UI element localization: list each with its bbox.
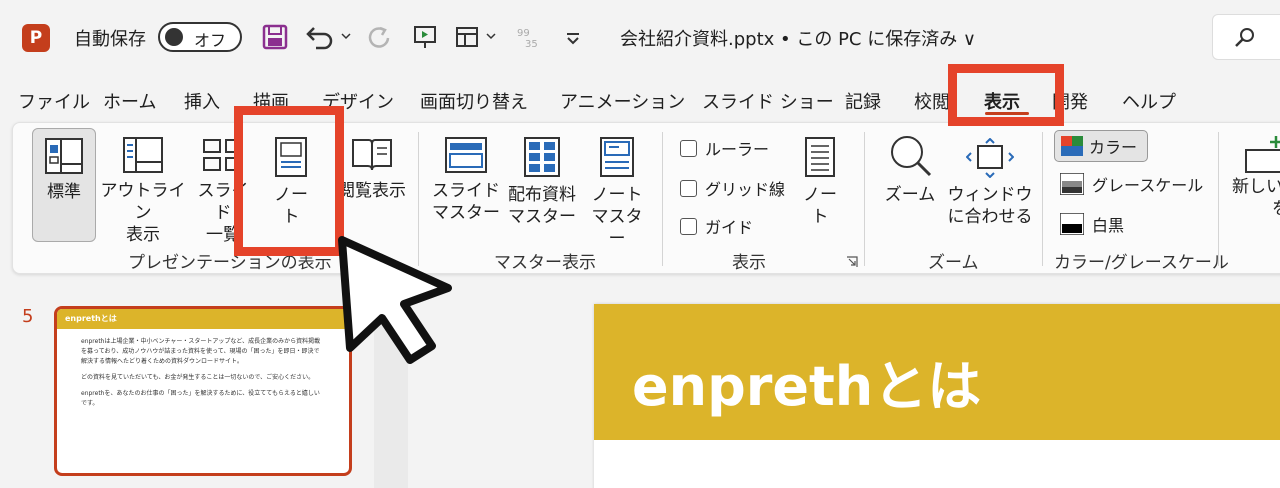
group-separator: [662, 132, 663, 266]
grayscale-label: グレースケール: [1092, 176, 1204, 195]
notes-pane-label: ノー ト: [803, 185, 837, 227]
search-icon: [1235, 28, 1254, 47]
thumb-paragraph: enprethを、あなたのお仕事の「困った」を解決するために、役立ててもらえると…: [81, 390, 320, 407]
thumb-paragraph: enprethは上場企業・中小ベンチャー・スタートアップなど、成長企業のみから資…: [81, 338, 321, 365]
grayscale-swatch-icon: [1060, 173, 1084, 195]
svg-text:35: 35: [525, 39, 538, 50]
redo-icon[interactable]: [364, 20, 394, 54]
handout-master-label: 配布資料 マスター: [508, 185, 576, 227]
tab-review[interactable]: 校閲: [914, 88, 950, 114]
slide-thumbnail[interactable]: enprethとは enprethは上場企業・中小ベンチャー・スタートアップなど…: [54, 306, 352, 476]
ruler-checkbox[interactable]: ルーラー: [680, 136, 769, 160]
reading-view-icon: [352, 139, 392, 171]
reading-view-button[interactable]: 閲覧表示: [336, 136, 408, 202]
group-separator: [864, 132, 865, 266]
guides-label: ガイド: [705, 218, 754, 237]
mouse-pointer-icon: [338, 236, 452, 364]
gridlines-label: グリッド線: [705, 180, 786, 199]
new-window-icon: [1245, 136, 1280, 173]
tab-insert[interactable]: 挿入: [184, 88, 220, 114]
thumb-paragraph: どの資料を見ていただいても、お金が発生することは一切ないので、ご安心ください。: [81, 374, 315, 381]
present-from-start-icon[interactable]: [410, 20, 440, 54]
magnifier-icon: [891, 136, 932, 177]
show-group-label: 表示: [732, 253, 766, 273]
color-option[interactable]: カラー: [1054, 130, 1148, 162]
svg-text:99: 99: [517, 28, 530, 39]
slide-master-icon: [445, 137, 487, 173]
normal-view-button[interactable]: 標準: [32, 128, 96, 242]
checkbox-box: [680, 139, 697, 157]
group-separator: [1218, 132, 1219, 266]
highlight-box-view-tab: [948, 64, 1064, 126]
black-white-option[interactable]: 白黒: [1060, 212, 1124, 236]
autosave-toggle[interactable]: オフ: [158, 22, 242, 52]
fit-to-window-icon: [966, 138, 1014, 178]
tab-record[interactable]: 記録: [845, 88, 881, 114]
reading-view-label: 閲覧表示: [338, 181, 406, 201]
tab-transitions[interactable]: 画面切り替え: [420, 88, 528, 114]
tab-slideshow[interactable]: スライド ショー: [702, 88, 834, 114]
save-icon[interactable]: [258, 20, 292, 54]
notes-master-label: ノート マスター: [591, 185, 643, 249]
title-bar: P 自動保存 オフ 99 35 会社紹介資料.pptx • この PC に保存済み…: [0, 0, 1280, 76]
outline-view-button[interactable]: アウトライン 表示: [100, 136, 186, 246]
notes-pane-button[interactable]: ノー ト: [796, 136, 844, 228]
color-swatch-icon: [1061, 136, 1083, 156]
tab-help[interactable]: ヘルプ: [1122, 88, 1176, 114]
checkbox-box: [680, 217, 697, 235]
checkbox-box: [680, 179, 697, 197]
fit-to-window-label: ウィンドウ に合わせる: [947, 185, 1033, 227]
gridlines-checkbox[interactable]: グリッド線: [680, 176, 785, 200]
normal-view-label: 標準: [47, 182, 81, 202]
zoom-group-label: ズーム: [928, 253, 979, 273]
handout-master-icon: [524, 137, 560, 177]
notes-master-button[interactable]: ノート マスター: [584, 136, 650, 250]
toggle-knob: [165, 28, 183, 46]
outline-view-icon: [123, 137, 163, 173]
autosave-label: 自動保存: [74, 29, 146, 50]
outline-view-label: アウトライン 表示: [100, 181, 186, 245]
thumb-body: enprethは上場企業・中小ベンチャー・スタートアップなど、成長企業のみから資…: [57, 329, 349, 423]
new-window-label-line2: を: [1232, 198, 1280, 220]
search-box[interactable]: [1212, 14, 1280, 60]
guides-checkbox[interactable]: ガイド: [680, 214, 753, 238]
document-title[interactable]: 会社紹介資料.pptx • この PC に保存済み ∨: [620, 25, 976, 51]
powerpoint-logo-icon: P: [22, 24, 50, 52]
table-insert-icon[interactable]: [452, 20, 502, 54]
autosave-state: オフ: [194, 31, 227, 50]
thumb-title: enprethとは: [57, 309, 349, 329]
handout-master-button[interactable]: 配布資料 マスター: [504, 136, 580, 228]
highlight-box-notes: [234, 106, 344, 256]
notes-master-icon: [600, 137, 634, 177]
black-white-swatch-icon: [1060, 213, 1084, 235]
customize-icon[interactable]: [560, 20, 586, 54]
zoom-label: ズーム: [884, 185, 936, 205]
color-label: カラー: [1089, 138, 1138, 157]
slide-number: 5: [22, 306, 34, 327]
undo-icon[interactable]: [302, 20, 356, 54]
dialog-launcher-icon[interactable]: [846, 256, 858, 268]
notes-pane-icon: [805, 137, 835, 177]
new-window-button[interactable]: 新しい を: [1232, 134, 1280, 220]
tab-file[interactable]: ファイル: [18, 88, 90, 114]
group-separator: [1042, 132, 1043, 266]
fit-to-window-button[interactable]: ウィンドウ に合わせる: [944, 138, 1036, 228]
slide-master-button[interactable]: スライド マスター: [430, 136, 502, 224]
new-window-label-line1: 新しい: [1232, 177, 1280, 197]
tab-animations[interactable]: アニメーション: [560, 88, 685, 114]
master-views-group-label: マスター表示: [494, 253, 596, 273]
slide-title[interactable]: enprethとは: [594, 304, 1280, 440]
tab-home[interactable]: ホーム: [103, 88, 156, 114]
ribbon-tabs: ファイル ホーム 挿入 描画 デザイン 画面切り替え アニメーション スライド …: [0, 84, 1280, 118]
ruler-label: ルーラー: [705, 140, 770, 159]
normal-view-icon: [45, 138, 83, 174]
color-group-label: カラー/グレースケール: [1054, 253, 1229, 273]
grayscale-option[interactable]: グレースケール: [1060, 172, 1203, 196]
number-icon[interactable]: 99 35: [512, 20, 544, 54]
slide-canvas[interactable]: enprethとは: [594, 304, 1280, 488]
zoom-button[interactable]: ズーム: [878, 132, 942, 206]
slide-master-label: スライド マスター: [432, 181, 500, 223]
black-white-label: 白黒: [1092, 216, 1125, 235]
